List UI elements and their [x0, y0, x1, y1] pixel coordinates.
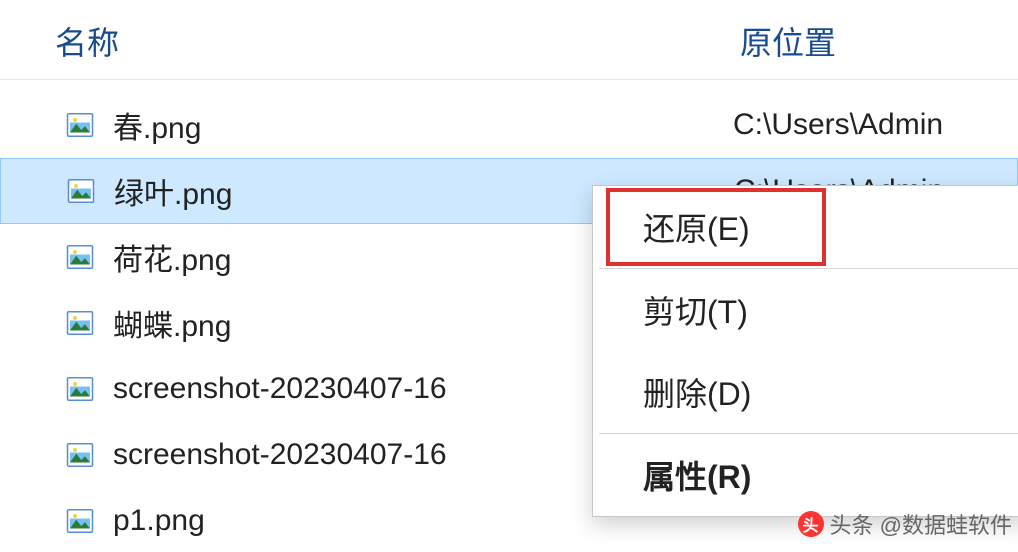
image-file-icon [65, 374, 95, 404]
menu-item-properties[interactable]: 属性(R) [593, 434, 1018, 516]
menu-item-restore[interactable]: 还原(E) [593, 186, 1018, 268]
context-menu: 还原(E) 剪切(T) 删除(D) 属性(R) [592, 185, 1018, 517]
column-headers: 名称 原位置 [0, 0, 1018, 80]
menu-item-delete[interactable]: 删除(D) [593, 351, 1018, 433]
image-file-icon [66, 176, 96, 206]
column-header-location[interactable]: 原位置 [740, 18, 836, 64]
watermark: 头 头条 @数据蛙软件 [798, 508, 1012, 540]
image-file-icon [65, 110, 95, 140]
watermark-badge-icon: 头 [798, 511, 824, 537]
file-name: 春.png [113, 103, 733, 147]
menu-item-cut[interactable]: 剪切(T) [593, 269, 1018, 351]
file-row[interactable]: 春.png C:\Users\Admin [0, 92, 1018, 158]
image-file-icon [65, 242, 95, 272]
image-file-icon [65, 506, 95, 536]
image-file-icon [65, 308, 95, 338]
file-location: C:\Users\Admin [733, 108, 943, 142]
watermark-text: 头条 @数据蛙软件 [830, 508, 1012, 540]
image-file-icon [65, 440, 95, 470]
column-header-name[interactable]: 名称 [0, 18, 740, 64]
